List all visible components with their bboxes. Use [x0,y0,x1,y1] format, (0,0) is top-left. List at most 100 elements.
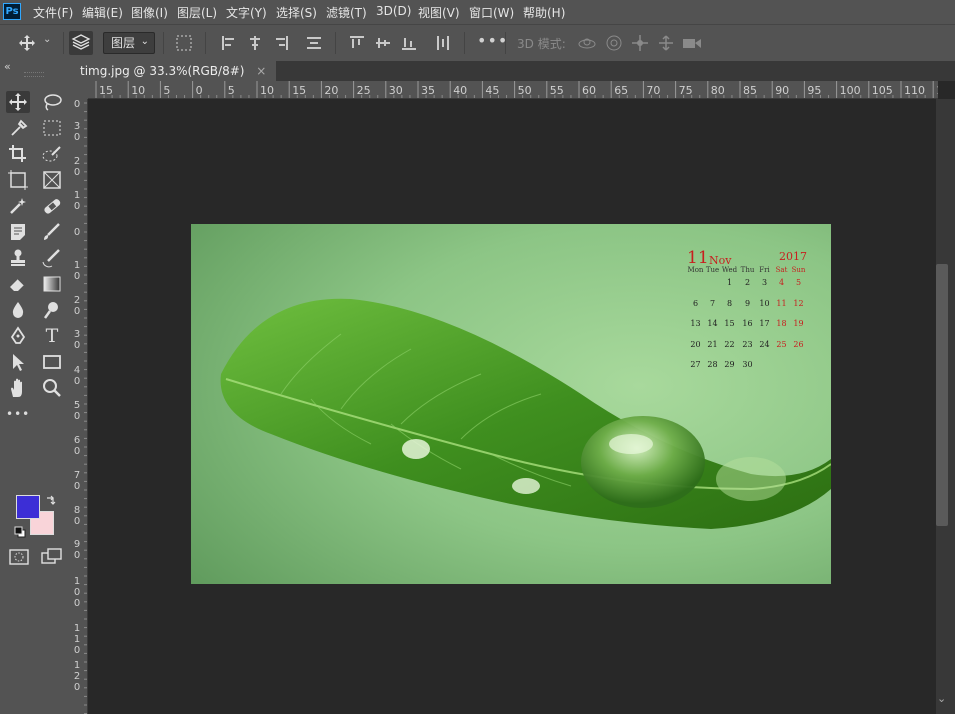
history-brush-tool[interactable] [40,247,64,269]
scrollbar-thumb[interactable] [936,264,948,526]
hand-icon [11,378,22,397]
screen-mode-icon[interactable] [41,548,63,566]
foreground-color-swatch[interactable] [16,495,40,519]
calendar-date: 15 [724,319,735,328]
move-tool[interactable] [6,91,30,113]
pen-tool[interactable] [6,325,30,347]
menu-3d[interactable]: 3D(D) [376,4,411,18]
menu-view[interactable]: 视图(V) [418,4,460,21]
calendar-date: 8 [726,298,733,308]
scroll-down-icon[interactable]: ⌄ [937,692,946,705]
healing-brush-tool[interactable] [40,195,64,217]
chevron-down-icon: ⌄ [140,36,149,47]
calendar-date: 18 [776,319,787,328]
menu-help[interactable]: 帮助(H) [523,4,565,21]
menu-file[interactable]: 文件(F) [33,4,73,21]
zoom-tool[interactable] [40,377,64,399]
bandage-icon [44,199,61,214]
history-brush-icon [42,249,60,268]
align-right-icon[interactable] [272,34,290,52]
auto-select-target-dropdown[interactable]: 图层 ⌄ [103,32,155,54]
lasso-tool[interactable] [40,91,64,113]
calendar-weekday: Tue [705,266,720,274]
eraser-tool[interactable] [6,273,30,295]
calendar-weekday: Sat [775,266,788,274]
brush-tool[interactable] [40,221,64,243]
3d-roll-icon[interactable] [604,34,624,52]
path-selection-tool[interactable] [6,351,30,373]
default-colors-icon[interactable] [14,526,26,538]
chevron-down-icon[interactable]: ⌄ [43,34,51,45]
quick-mask-icon[interactable] [9,549,29,565]
calendar-date: 23 [742,339,753,349]
brush-icon [44,223,60,240]
transform-controls-icon[interactable] [175,34,193,52]
collapse-panel-icon[interactable]: « [4,60,11,73]
ruler-label: 1 [936,84,938,97]
align-left-icon[interactable] [220,34,238,52]
auto-select-toggle[interactable] [69,31,93,55]
clone-stamp-tool[interactable] [6,247,30,269]
ruler-label: 7 0 [73,470,81,492]
menu-filter[interactable]: 滤镜(T) [326,4,367,21]
distribute-vertical-icon[interactable] [434,34,452,52]
spot-healing-tool[interactable] [6,195,30,217]
quick-selection-tool[interactable] [40,143,64,165]
note-icon [11,224,25,240]
document-image[interactable]: 11 Nov 2017 Mon Tue Wed Thu Fri Sat Sun … [191,224,831,584]
menu-type[interactable]: 文字(Y) [226,4,267,21]
3d-slide-icon[interactable] [656,34,676,52]
ruler-label: 30 [389,84,403,97]
3d-scale-camera-icon[interactable] [682,35,702,51]
calendar-date: 19 [793,319,804,328]
ruler-label: 1 0 [73,260,81,282]
edit-toolbar-button[interactable]: ••• [6,403,30,425]
ruler-label: 60 [582,84,596,97]
rectangle-icon [43,355,61,369]
menu-window[interactable]: 窗口(W) [469,4,514,21]
eyedropper-tool[interactable] [6,117,30,139]
ruler-label: 40 [453,84,467,97]
calendar-weekday: Thu [740,266,755,274]
move-tool-preset-icon[interactable] [18,34,36,52]
menu-image[interactable]: 图像(I) [131,4,168,21]
3d-pan-icon[interactable] [630,34,650,52]
spot-healing-icon [10,198,26,214]
distribute-icon[interactable] [305,34,323,52]
menu-layer[interactable]: 图层(L) [177,4,217,21]
document-tab[interactable]: timg.jpg @ 33.3%(RGB/8#) × [70,61,277,81]
dodge-tool[interactable] [40,299,64,321]
hand-tool[interactable] [6,377,30,399]
ruler-label: 95 [807,84,821,97]
menu-edit[interactable]: 编辑(E) [82,4,123,21]
type-tool[interactable]: T [40,325,64,347]
align-vertical-center-icon[interactable] [374,34,392,52]
rect-marquee-icon [43,120,61,136]
frame-x-tool[interactable] [40,169,64,191]
crop-tool[interactable] [6,143,30,165]
3d-orbit-icon[interactable] [577,34,597,52]
menu-select[interactable]: 选择(S) [276,4,317,21]
close-tab-icon[interactable]: × [256,64,266,78]
more-options-icon[interactable]: ••• [477,31,508,50]
align-top-icon[interactable] [348,34,366,52]
align-bottom-icon[interactable] [400,34,418,52]
blur-tool[interactable] [6,299,30,321]
align-horizontal-center-icon[interactable] [246,34,264,52]
vertical-ruler[interactable]: 0 3 0 2 0 1 0 0 1 0 2 0 3 0 4 0 5 0 6 0 7 0 8 0 9 0 1 … [70,99,88,714]
ruler-origin[interactable] [70,81,88,99]
marquee-tool[interactable] [40,117,64,139]
ruler-label: 5 [163,84,170,97]
rectangle-tool[interactable] [40,351,64,373]
calendar-date: 6 [692,298,699,308]
more-icon: ••• [6,407,31,421]
horizontal-ruler[interactable]: 15 10 5 0 5 10 15 20 25 30 35 40 45 50 55 60 65 70 75 80 85 9… [88,81,938,99]
ruler-label: 1 0 [73,190,81,212]
frame-tool[interactable] [6,169,30,191]
swap-colors-icon[interactable] [45,494,57,506]
ruler-label: 3 0 [73,121,81,143]
gradient-tool[interactable] [40,273,64,295]
panel-grip[interactable] [24,72,44,77]
vertical-scrollbar[interactable]: ⌄ [936,99,955,714]
note-tool[interactable] [6,221,30,243]
